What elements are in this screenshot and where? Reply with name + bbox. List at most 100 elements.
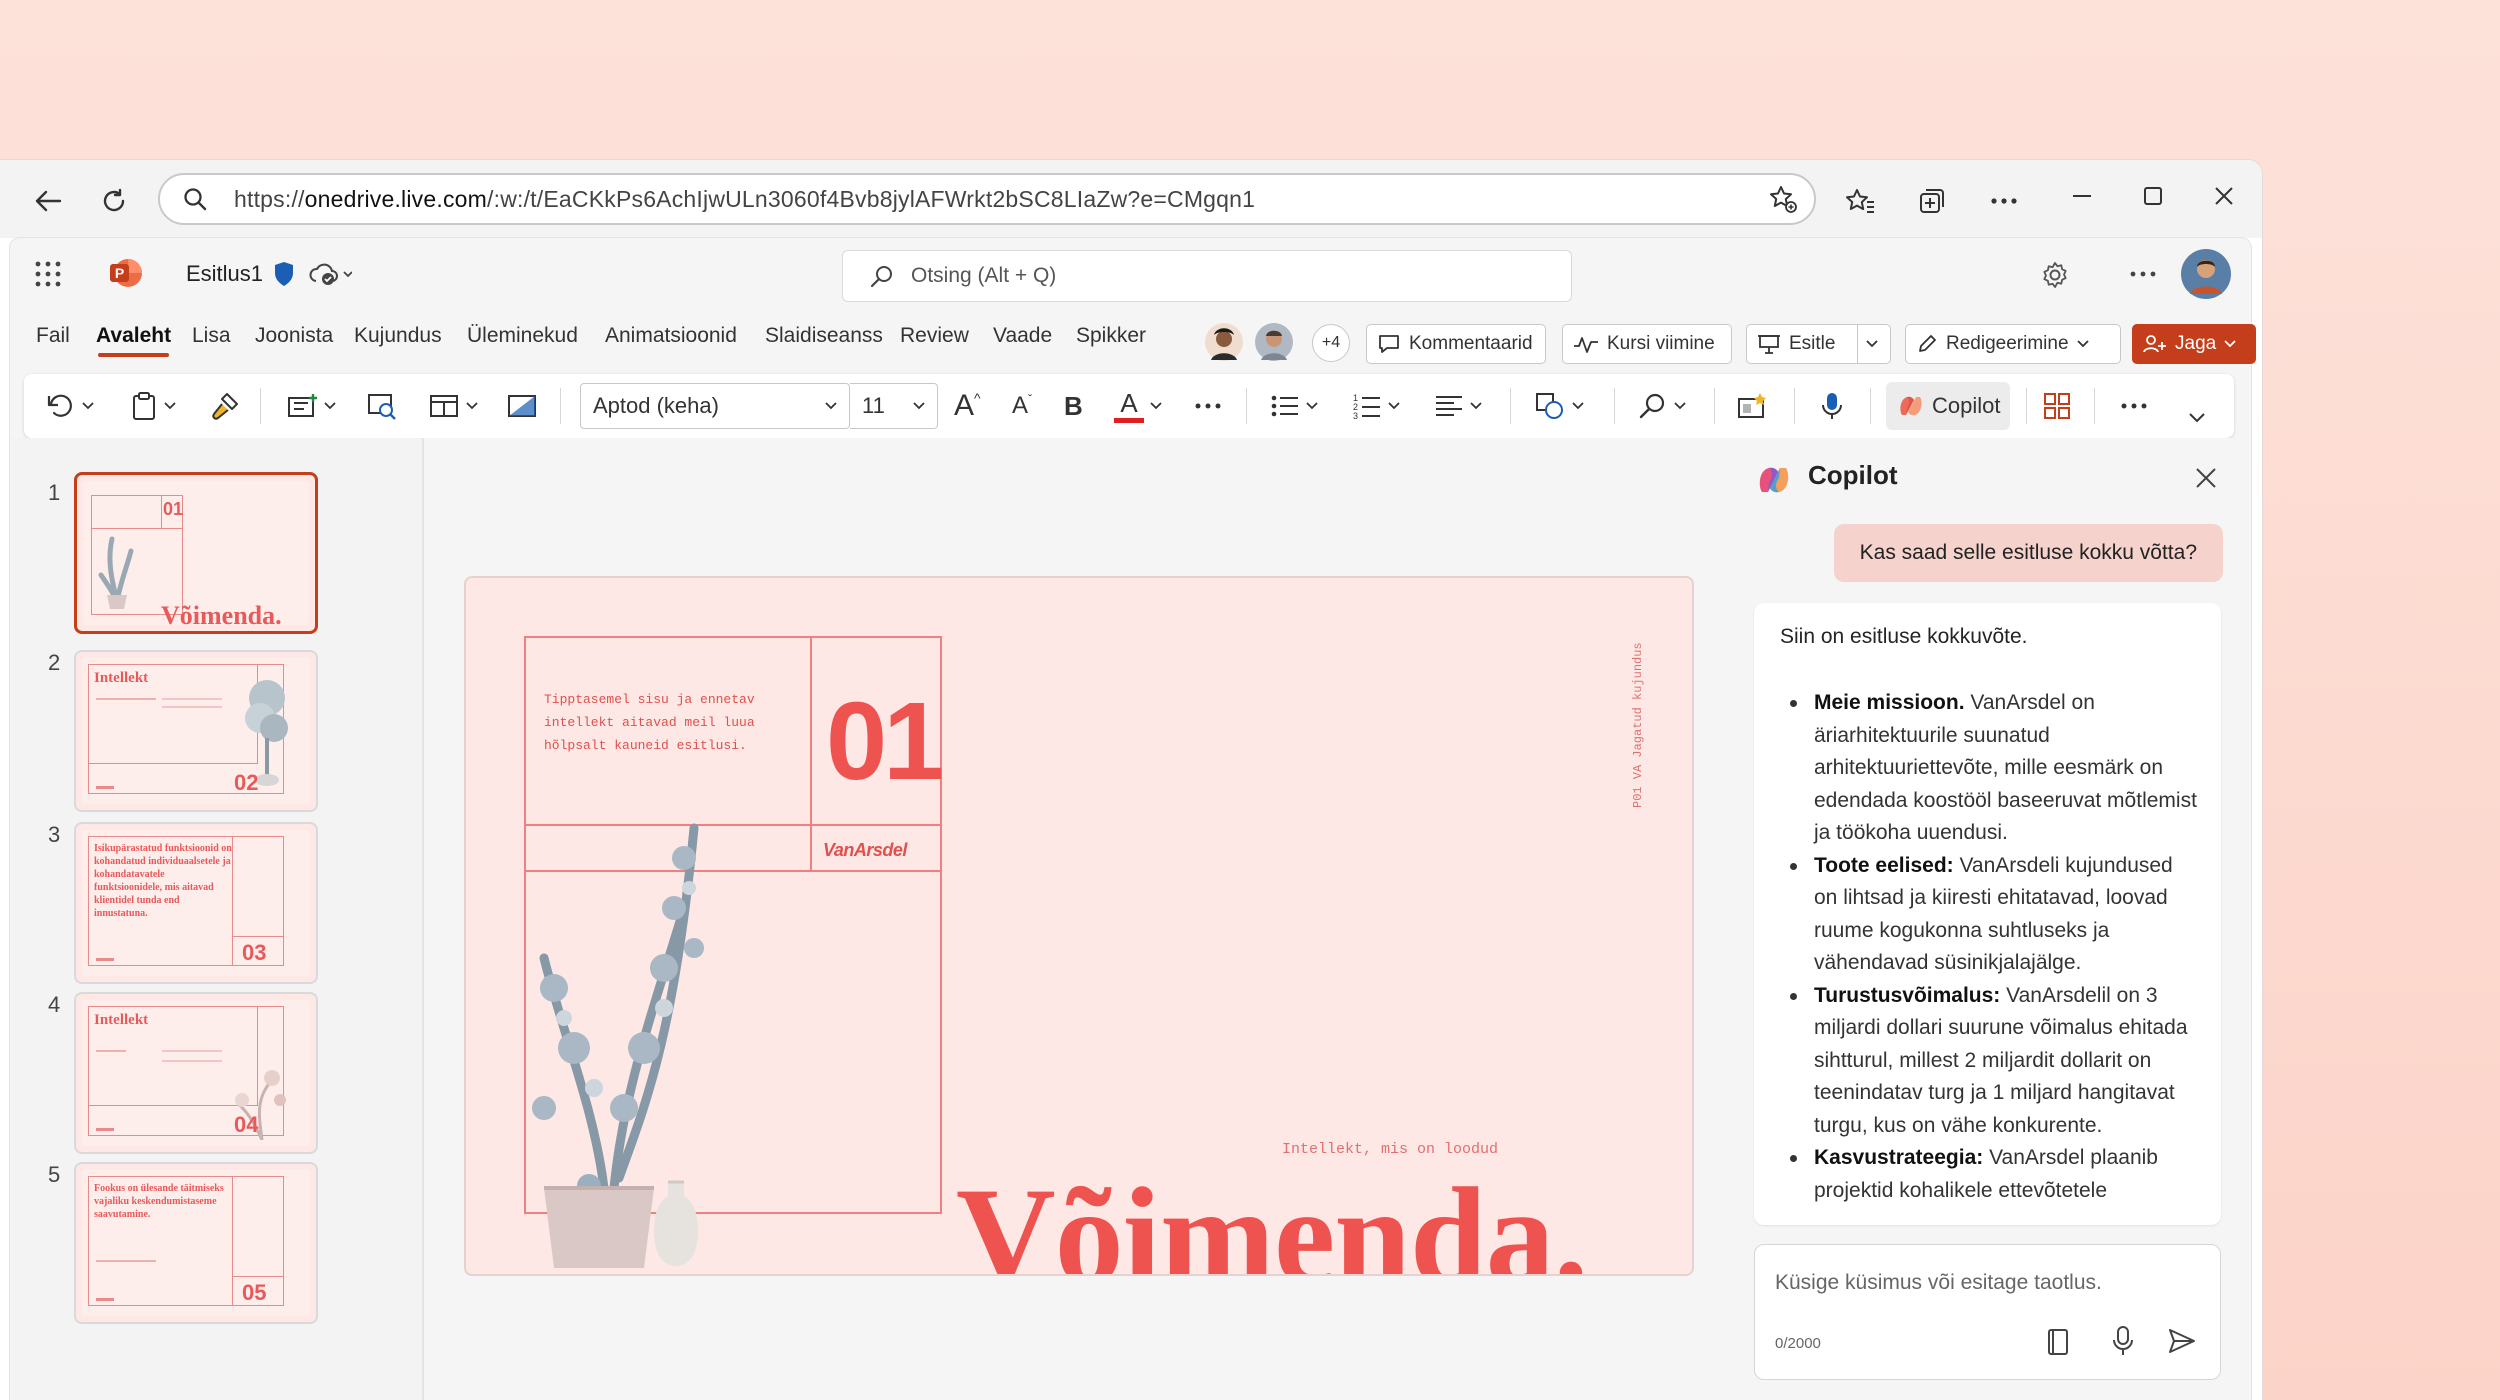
more-icon (1991, 198, 2017, 204)
add-ins-button[interactable] (2042, 384, 2072, 428)
favorites-button[interactable] (1838, 179, 1882, 223)
slide-big-number[interactable]: 01 (826, 678, 944, 805)
catch-up-button[interactable]: Kursi viimine (1562, 324, 1732, 364)
font-color-button[interactable]: A (1114, 384, 1162, 428)
menu-animations[interactable]: Animatsioonid (605, 324, 737, 348)
copilot-title: Copilot (1808, 460, 1898, 490)
font-name-select[interactable]: Aptod (keha) (580, 383, 850, 429)
numbered-list-icon: 123 (1353, 393, 1380, 420)
microphone-icon[interactable] (2111, 1325, 2135, 1357)
numbering-button[interactable]: 123 (1352, 384, 1400, 428)
background-button[interactable] (506, 384, 538, 428)
dictate-button[interactable] (1820, 384, 1844, 428)
layout-button[interactable] (428, 384, 478, 428)
browser-toolbar: https://onedrive.live.com/:w:/t/EaCKkPs6… (0, 160, 2262, 238)
menu-draw[interactable]: Joonista (255, 324, 333, 348)
thumbnail-badge: 02 (234, 770, 259, 795)
bullets-button[interactable] (1270, 384, 1318, 428)
shrink-font-glyph: A (1012, 392, 1029, 419)
collaborator-avatar[interactable] (1254, 322, 1294, 362)
toolbar-separator (2026, 388, 2027, 424)
share-button[interactable]: Jaga (2132, 324, 2256, 364)
shapes-button[interactable] (1534, 384, 1584, 428)
editing-mode-button[interactable]: Redigeerimine (1905, 324, 2121, 364)
menu-insert[interactable]: Lisa (192, 324, 231, 348)
close-pane-button[interactable] (2194, 466, 2218, 490)
editing-label: Redigeerimine (1946, 333, 2069, 354)
thumbnail-logo (96, 958, 114, 961)
slide-thumbnail-5[interactable]: Fookus on ülesande täitmiseks vajaliku k… (74, 1162, 318, 1324)
grow-font-button[interactable]: A ^ (954, 384, 981, 428)
slide-thumbnail-2[interactable]: Intellekt 02 (74, 650, 318, 812)
align-button[interactable] (1434, 384, 1482, 428)
find-button[interactable] (1638, 384, 1686, 428)
menu-design[interactable]: Kujundus (354, 324, 442, 348)
minimize-button[interactable] (2060, 174, 2104, 218)
expand-ribbon-button[interactable] (2188, 396, 2206, 440)
catch-up-label: Kursi viimine (1607, 333, 1715, 354)
cloud-saved-icon[interactable] (308, 262, 352, 286)
slide-number: 4 (48, 992, 61, 1017)
menu-review[interactable]: Review (900, 324, 969, 348)
back-button[interactable] (26, 179, 70, 223)
share-label: Jaga (2175, 333, 2217, 354)
undo-button[interactable] (46, 384, 94, 428)
menu-help[interactable]: Spikker (1076, 324, 1146, 348)
present-dropdown[interactable] (1857, 324, 1891, 364)
maximize-button[interactable] (2131, 174, 2175, 218)
settings-gear-icon[interactable] (2040, 260, 2070, 290)
prompt-guide-icon[interactable] (2045, 1327, 2071, 1357)
menu-view[interactable]: Vaade (993, 324, 1052, 348)
address-bar[interactable]: https://onedrive.live.com/:w:/t/EaCKkPs6… (158, 173, 1816, 225)
refresh-button[interactable] (92, 179, 136, 223)
thumbnail-badge: 05 (242, 1280, 267, 1305)
slide-thumbnail-3[interactable]: Isikupärastatud funktsioonid on kohandat… (74, 822, 318, 984)
menu-file[interactable]: Fail (36, 324, 70, 348)
menu-home[interactable]: Avaleht (96, 324, 171, 357)
reuse-slides-button[interactable] (366, 384, 398, 428)
comments-button[interactable]: Kommentaarid (1366, 324, 1546, 364)
slide-intro-text[interactable]: Tipptasemel sisu ja ennetav intellekt ai… (544, 688, 804, 757)
close-window-button[interactable] (2202, 174, 2246, 218)
more-commands-button[interactable] (2120, 384, 2148, 428)
present-button[interactable]: Esitle (1746, 324, 1858, 364)
chevron-down-icon (2076, 340, 2089, 348)
plant-image (532, 823, 704, 1268)
font-size-value: 11 (862, 393, 885, 418)
format-painter-button[interactable] (210, 384, 240, 428)
search-box[interactable]: Otsing (Alt + Q) (842, 250, 1572, 302)
font-size-select[interactable]: 11 (850, 383, 938, 429)
thumbnail-canvas: Intellekt 02 (82, 658, 310, 804)
add-favorite-icon[interactable] (1768, 184, 1798, 214)
chevron-down-icon (82, 402, 94, 410)
more-options-icon[interactable] (2130, 270, 2156, 278)
menu-slideshow[interactable]: Slaidiseanss (765, 324, 883, 348)
copilot-ribbon-button[interactable]: Copilot (1886, 382, 2011, 430)
thumbnail-text-line (162, 698, 222, 700)
browser-more-button[interactable] (1982, 179, 2026, 223)
collections-icon (1920, 189, 1944, 213)
collections-button[interactable] (1910, 179, 1954, 223)
user-avatar[interactable] (2180, 248, 2232, 300)
collaborator-avatar[interactable] (1204, 322, 1244, 362)
shrink-font-button[interactable]: Aˇ (1012, 384, 1032, 428)
copilot-input-box[interactable]: Küsige küsimus või esitage taotlus. 0/20… (1754, 1244, 2221, 1380)
more-collaborators-badge[interactable]: +4 (1312, 324, 1350, 362)
user-message-text: Kas saad selle esitluse kokku võtta? (1859, 541, 2197, 564)
more-font-options-button[interactable] (1194, 384, 1222, 428)
paste-button[interactable] (130, 384, 176, 428)
bold-button[interactable]: B (1064, 384, 1083, 428)
app-launcher-icon[interactable] (34, 260, 62, 288)
new-slide-button[interactable] (286, 384, 336, 428)
current-slide[interactable]: Tipptasemel sisu ja ennetav intellekt ai… (464, 576, 1694, 1276)
menu-transitions[interactable]: Üleminekud (467, 324, 578, 348)
thumbnail-logo (96, 786, 114, 789)
slide-thumbnail-1[interactable]: 01 Võimenda. (74, 472, 318, 634)
send-icon[interactable] (2167, 1327, 2197, 1355)
copilot-icon (1900, 396, 1922, 416)
slide-thumbnail-4[interactable]: Intellekt 04 (74, 992, 318, 1154)
designer-button[interactable] (1736, 384, 1768, 428)
slide-title[interactable]: Võimenda. (956, 1156, 1588, 1274)
chevron-down-icon (1674, 402, 1686, 410)
file-name[interactable]: Esitlus1 (186, 261, 263, 287)
